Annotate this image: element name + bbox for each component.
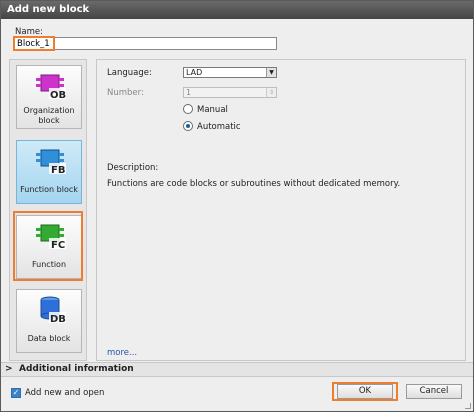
function-block-label: Function block bbox=[20, 185, 78, 194]
expand-chevron-icon[interactable]: > bbox=[5, 363, 13, 376]
function-label: Function bbox=[31, 260, 67, 269]
spinner-icon: ⇕ bbox=[266, 88, 276, 97]
ob-badge: OB bbox=[50, 90, 66, 100]
chevron-down-icon[interactable]: ▼ bbox=[266, 68, 276, 77]
manual-label: Manual bbox=[197, 105, 228, 115]
radio-selected-dot bbox=[186, 124, 190, 128]
function-button[interactable]: FC Function bbox=[16, 215, 82, 279]
description-label: Description: bbox=[107, 163, 159, 173]
organization-block-button[interactable]: OB Organization block bbox=[16, 65, 82, 129]
block-type-panel: OB Organization block FB Function block bbox=[9, 59, 87, 361]
description-text: Functions are code blocks or subroutines… bbox=[107, 179, 401, 189]
language-label: Language: bbox=[107, 68, 152, 78]
data-block-icon: DB bbox=[40, 296, 66, 324]
ok-button[interactable]: OK bbox=[337, 384, 393, 399]
name-label: Name: bbox=[15, 27, 43, 37]
db-badge: DB bbox=[50, 314, 66, 324]
language-value: LAD bbox=[186, 68, 203, 77]
function-icon: FC bbox=[36, 224, 66, 250]
automatic-radio[interactable] bbox=[183, 121, 193, 131]
data-block-label: Data block bbox=[27, 334, 71, 343]
function-block-icon: FB bbox=[36, 149, 66, 175]
number-input: 1 ⇕ bbox=[183, 87, 277, 98]
organization-block-label-1: Organization bbox=[23, 106, 75, 115]
data-block-button[interactable]: DB Data block bbox=[16, 289, 82, 353]
additional-information-label: Additional information bbox=[19, 364, 134, 374]
organization-block-icon: OB bbox=[36, 74, 66, 100]
add-new-block-dialog: Add new block Name: OB Organization bloc… bbox=[0, 0, 474, 412]
cancel-button[interactable]: Cancel bbox=[406, 384, 462, 399]
dialog-title: Add new block bbox=[1, 1, 473, 19]
language-select[interactable]: LAD ▼ bbox=[183, 67, 277, 78]
function-block-button[interactable]: FB Function block bbox=[16, 140, 82, 204]
organization-block-label-2: block bbox=[38, 116, 60, 125]
resize-grip-icon[interactable] bbox=[465, 403, 471, 409]
manual-radio[interactable] bbox=[183, 104, 193, 114]
additional-information-bar[interactable]: > Additional information bbox=[1, 362, 473, 377]
add-new-and-open-label: Add new and open bbox=[25, 388, 105, 398]
number-value: 1 bbox=[186, 88, 192, 97]
more-link[interactable]: more... bbox=[107, 348, 137, 358]
automatic-label: Automatic bbox=[197, 122, 241, 132]
name-input[interactable] bbox=[14, 37, 277, 50]
fc-badge: FC bbox=[51, 240, 65, 250]
block-properties-panel bbox=[96, 59, 466, 361]
number-label: Number: bbox=[107, 88, 144, 98]
add-new-and-open-checkbox[interactable]: ✓ bbox=[11, 388, 21, 398]
fb-badge: FB bbox=[51, 165, 65, 175]
